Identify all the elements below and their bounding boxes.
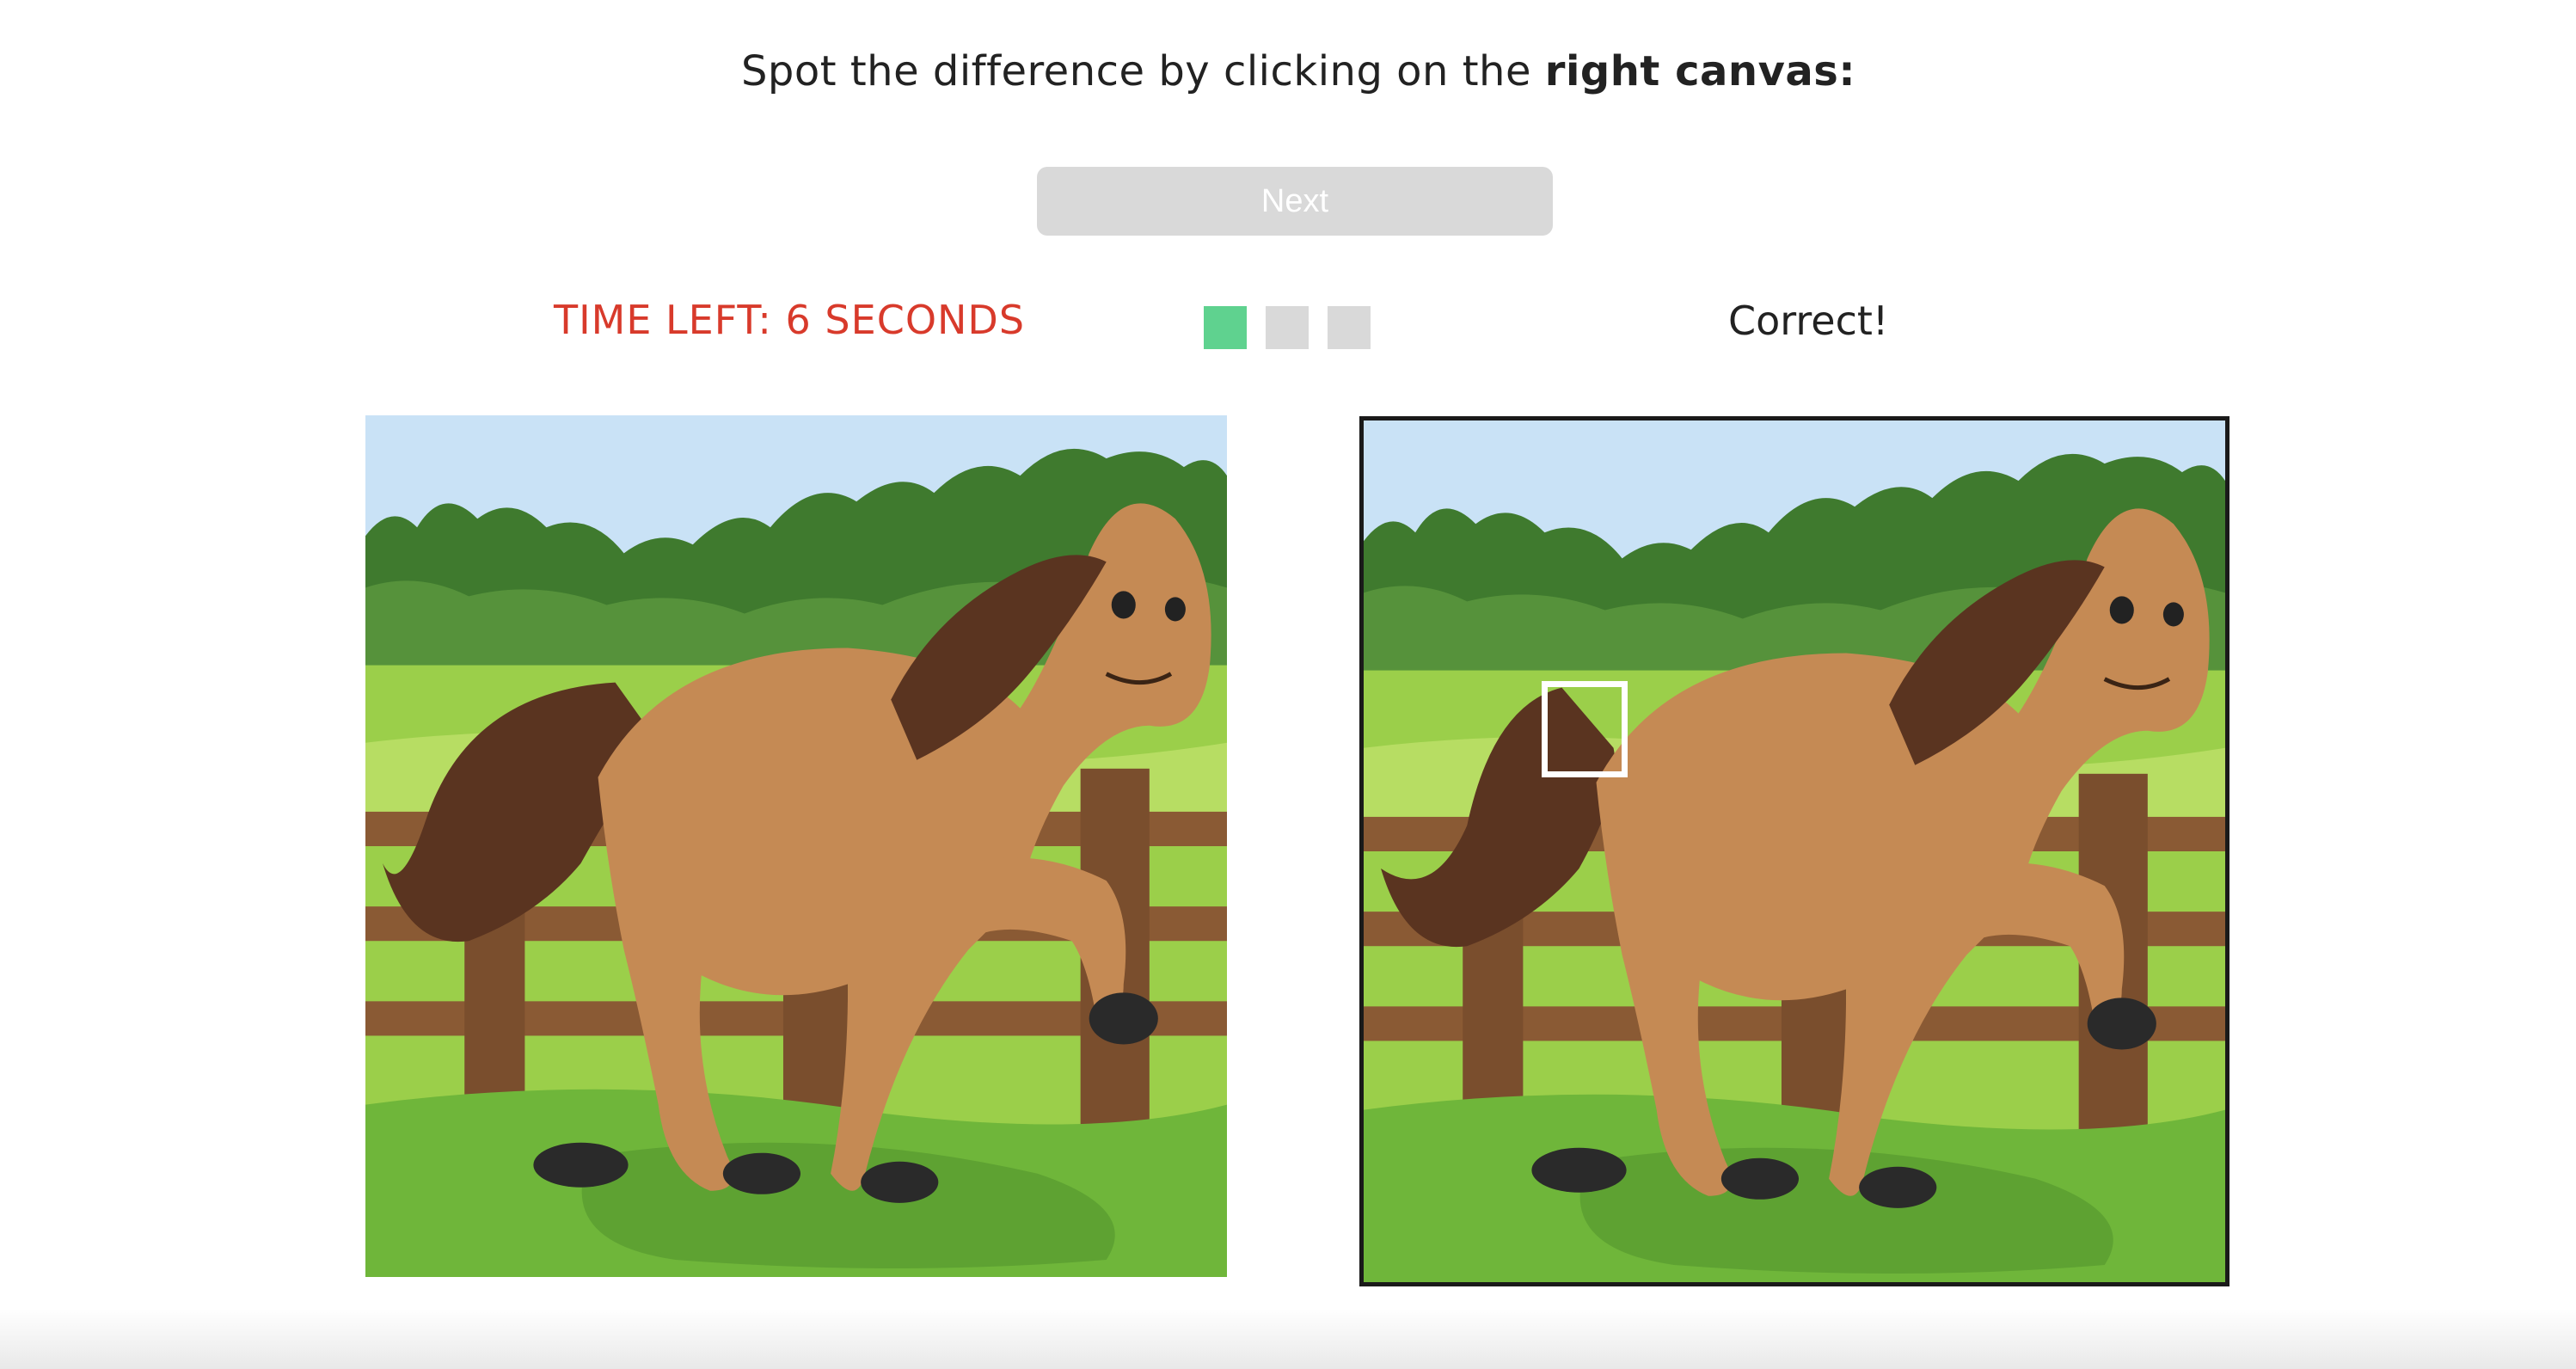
next-button[interactable]: Next [1037, 167, 1553, 236]
time-left-label: TIME LEFT: 6 SECONDS [554, 297, 1026, 343]
instruction-text: Spot the difference by clicking on the r… [0, 47, 2576, 95]
instruction-emphasis: right canvas: [1544, 47, 1856, 95]
right-canvas[interactable] [1359, 416, 2229, 1286]
progress-box-3 [1328, 306, 1371, 349]
found-difference-marker [1542, 681, 1628, 777]
horse-scene-left [365, 415, 1227, 1277]
progress-box-2 [1266, 306, 1309, 349]
horse-scene-right [1364, 421, 2225, 1282]
progress-indicator [1204, 306, 1371, 349]
left-canvas [365, 415, 1227, 1277]
status-message: Correct! [1728, 298, 1889, 344]
progress-box-1 [1204, 306, 1247, 349]
page-footer-shadow [0, 1309, 2576, 1369]
instruction-prefix: Spot the difference by clicking on the [740, 47, 1545, 95]
